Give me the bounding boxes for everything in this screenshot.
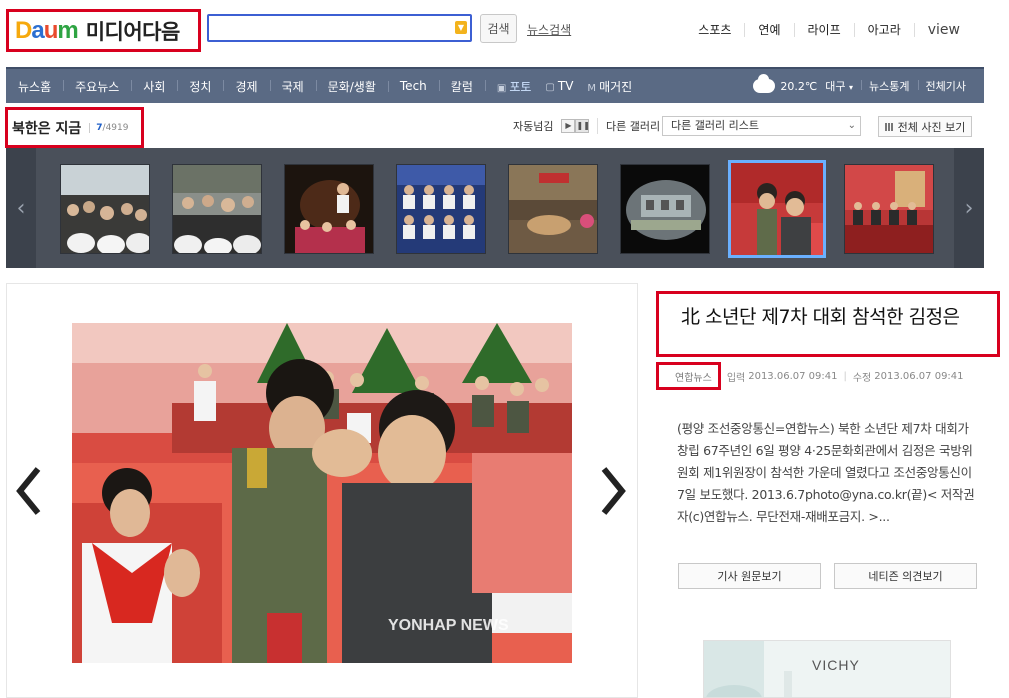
nav-item-society[interactable]: 사회 bbox=[131, 78, 177, 95]
thumbnail-4[interactable] bbox=[396, 164, 486, 254]
thumbnail-image bbox=[845, 165, 933, 253]
nav-item-tech[interactable]: Tech bbox=[387, 79, 439, 93]
weather-temp: 20.2℃ bbox=[780, 79, 818, 93]
auto-play-label: 자동넘김 bbox=[513, 120, 554, 133]
search-input[interactable] bbox=[209, 16, 449, 40]
chevron-down-icon: ▾ bbox=[849, 83, 854, 92]
thumbnail-image bbox=[509, 165, 597, 253]
magazine-icon: M bbox=[587, 82, 597, 94]
gallery-select[interactable]: 다른 갤러리 리스트 ⌄ bbox=[662, 116, 861, 136]
thumbnail-8[interactable] bbox=[844, 164, 934, 254]
gallery-counter: 7/4919 bbox=[89, 122, 128, 133]
main-nav: 뉴스홈 주요뉴스 사회 정치 경제 국제 문화/생활 Tech 칼럼 ▣ 포토 ▢… bbox=[6, 67, 984, 103]
cloud-icon bbox=[753, 74, 776, 93]
auto-play-control: 자동넘김 ▶ ❚❚ bbox=[513, 118, 590, 134]
top-nav-entertainment[interactable]: 연예 bbox=[744, 23, 793, 37]
nav-item-international[interactable]: 국제 bbox=[269, 78, 316, 95]
top-nav-view[interactable]: view bbox=[913, 23, 973, 37]
nav-item-economy[interactable]: 경제 bbox=[223, 78, 269, 95]
main-photo[interactable] bbox=[72, 323, 572, 663]
photo-icon: ▣ bbox=[496, 82, 507, 94]
play-icon[interactable]: ▶ bbox=[561, 119, 576, 133]
view-original-button[interactable]: 기사 원문보기 bbox=[678, 563, 821, 589]
thumbnail-image bbox=[731, 163, 823, 255]
thumbnail-6[interactable] bbox=[620, 164, 710, 254]
gallery-title-area: 북한은 지금 7/4919 bbox=[5, 107, 144, 148]
top-nav-agora[interactable]: 아고라 bbox=[853, 23, 914, 37]
strip-prev-arrow[interactable]: ‹ bbox=[6, 148, 36, 268]
article-source[interactable]: 연합뉴스 bbox=[656, 362, 721, 390]
nav-item-magazine[interactable]: M 매거진 bbox=[585, 78, 644, 95]
news-search-link[interactable]: 뉴스검색 bbox=[527, 21, 571, 38]
search-box[interactable]: ▼ bbox=[207, 14, 472, 42]
other-gallery-label: 다른 갤러리 bbox=[597, 118, 660, 134]
nav-item-culture[interactable]: 문화/생활 bbox=[315, 78, 388, 95]
thumbnail-7-active[interactable] bbox=[728, 160, 826, 258]
strip-next-arrow[interactable]: › bbox=[954, 148, 984, 268]
search-button[interactable]: 검색 bbox=[480, 14, 517, 43]
thumbnail-1[interactable] bbox=[60, 164, 150, 254]
pause-icon[interactable]: ❚❚ bbox=[575, 119, 590, 133]
thumbnail-3[interactable] bbox=[284, 164, 374, 254]
article-summary: (평양 조선중앙통신=연합뉴스) 북한 소년단 제7차 대회가 창립 67주년인… bbox=[677, 421, 975, 524]
brand-title[interactable]: 미디어다음 bbox=[86, 16, 181, 46]
top-nav-life[interactable]: 라이프 bbox=[793, 23, 854, 37]
thumbnail-5[interactable] bbox=[508, 164, 598, 254]
input-label: 입력 bbox=[726, 372, 746, 384]
tv-icon: ▢ bbox=[545, 82, 555, 93]
article-headline: 北 소년단 제7차 대회 참석한 김정은 bbox=[681, 306, 960, 328]
thumbnail-strip: ‹ › bbox=[6, 148, 984, 268]
thumbnail-2[interactable] bbox=[172, 164, 262, 254]
search-dropdown-icon[interactable]: ▼ bbox=[455, 21, 467, 34]
nav-item-news-home[interactable]: 뉴스홈 bbox=[6, 78, 63, 95]
news-stats-link[interactable]: 뉴스통계 bbox=[861, 78, 917, 94]
nav-item-column[interactable]: 칼럼 bbox=[438, 78, 485, 95]
edit-time: 2013.06.07 09:41 bbox=[874, 370, 964, 382]
nav-item-politics[interactable]: 정치 bbox=[177, 78, 223, 95]
headline-area: 北 소년단 제7차 대회 참석한 김정은 bbox=[656, 291, 1000, 357]
daum-logo[interactable]: Daum bbox=[15, 17, 79, 45]
view-opinions-button[interactable]: 네티즌 의견보기 bbox=[834, 563, 977, 589]
top-nav-sports[interactable]: 스포츠 bbox=[685, 23, 744, 37]
nav-right: 20.2℃ 대구 ▾ 뉴스통계 전체기사 bbox=[753, 74, 984, 94]
nav-item-photo[interactable]: ▣ 포토 bbox=[484, 78, 544, 95]
chevron-left-icon[interactable] bbox=[14, 465, 44, 517]
thumbnail-image bbox=[285, 165, 373, 253]
ad-brand: VICHY bbox=[812, 657, 860, 673]
article-meta: 연합뉴스 입력 2013.06.07 09:41 | 수정 2013.06.07… bbox=[656, 362, 964, 390]
chevron-down-icon: ⌄ bbox=[847, 120, 856, 131]
grid-icon bbox=[884, 122, 894, 131]
all-articles-link[interactable]: 전체기사 bbox=[917, 78, 974, 94]
thumbnail-image bbox=[397, 165, 485, 253]
gallery-title: 북한은 지금 bbox=[12, 120, 82, 137]
watermark: YONHAP NEWS bbox=[388, 617, 509, 634]
chevron-left-icon: ‹ bbox=[16, 195, 26, 221]
input-time: 2013.06.07 09:41 bbox=[748, 370, 838, 382]
chevron-right-icon[interactable] bbox=[598, 465, 628, 517]
main-photo-image bbox=[72, 323, 572, 663]
thumbnail-image bbox=[621, 165, 709, 253]
top-nav: 스포츠 연예 라이프 아고라 view bbox=[685, 23, 973, 37]
view-all-photos-button[interactable]: 전체 사진 보기 bbox=[878, 116, 972, 137]
thumbnail-image bbox=[61, 165, 149, 253]
weather-city[interactable]: 대구 ▾ bbox=[825, 78, 861, 94]
nav-item-top-news[interactable]: 주요뉴스 bbox=[63, 78, 131, 95]
chevron-right-icon: › bbox=[964, 195, 974, 221]
edit-label: 수정 bbox=[852, 372, 872, 384]
logo-area[interactable]: Daum 미디어다음 bbox=[6, 9, 201, 52]
thumbnail-image bbox=[173, 165, 261, 253]
advertisement[interactable]: VICHY bbox=[703, 640, 951, 698]
nav-item-tv[interactable]: ▢ TV bbox=[543, 79, 585, 93]
